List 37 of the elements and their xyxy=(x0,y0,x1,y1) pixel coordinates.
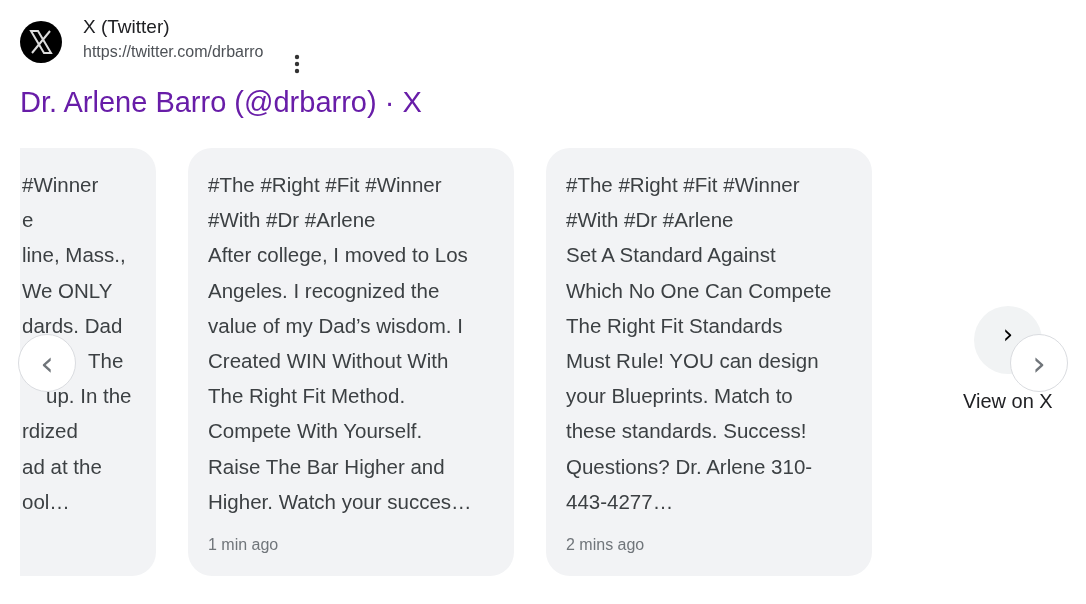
post-text-line: Angeles. I recognized the xyxy=(208,277,440,304)
post-time: 2 mins ago xyxy=(566,536,646,555)
x-logo-icon[interactable] xyxy=(20,21,62,63)
post-text-line: these standards. Success! xyxy=(566,418,807,445)
post-text-line: Raise The Bar Higher and xyxy=(208,453,445,480)
post-text-line: Must Rule! YOU can design xyxy=(566,348,819,374)
post-text-line: We ONLY xyxy=(22,277,113,304)
post-text-line: rdized xyxy=(22,418,78,445)
post-text-line: value of my Dad’s wisdom. I xyxy=(208,312,463,339)
post-text-line: After college, I moved to Los xyxy=(208,242,468,269)
post-text-line: your Blueprints. Match to xyxy=(566,383,793,410)
post-text-line: e xyxy=(22,207,34,234)
more-options-icon[interactable] xyxy=(293,54,300,74)
post-text-line: Which No One Can Compete xyxy=(566,277,832,304)
view-on-x-link[interactable]: View on X xyxy=(963,390,1053,413)
post-text-line: line, Mass., xyxy=(22,242,126,269)
post-text-line: #With #Dr #Arlene xyxy=(566,207,734,234)
post-text-line: ad at the xyxy=(22,453,102,480)
post-text-line: The xyxy=(88,348,124,374)
site-name: X (Twitter) xyxy=(83,15,171,39)
post-text-line: Created WIN Without With xyxy=(208,348,449,374)
result-title-link[interactable]: Dr. Arlene Barro (@drbarro) · X xyxy=(20,84,422,120)
post-text-line: The Right Fit Method. xyxy=(208,383,406,410)
post-time: 1 min ago xyxy=(208,536,280,555)
post-text-line: ool… xyxy=(22,488,70,515)
site-url[interactable]: https://twitter.com/drbarro xyxy=(83,40,264,64)
post-text-line: Compete With Yourself. xyxy=(208,418,423,445)
post-text-line: #With #Dr #Arlene xyxy=(208,207,376,234)
post-text-line: #The #Right #Fit #Winner xyxy=(566,172,800,198)
post-text-line: 443-4277… xyxy=(566,488,674,515)
post-text-line: #Winner xyxy=(22,172,99,198)
post-text-line: Set A Standard Against xyxy=(566,242,776,269)
next-button[interactable]: › xyxy=(1010,334,1068,392)
post-text-line: #The #Right #Fit #Winner xyxy=(208,172,442,198)
post-text-line: Questions? Dr. Arlene 310- xyxy=(566,453,813,480)
post-text-line: The Right Fit Standards xyxy=(566,312,783,339)
post-text-line: Higher. Watch your succes… xyxy=(208,488,472,515)
